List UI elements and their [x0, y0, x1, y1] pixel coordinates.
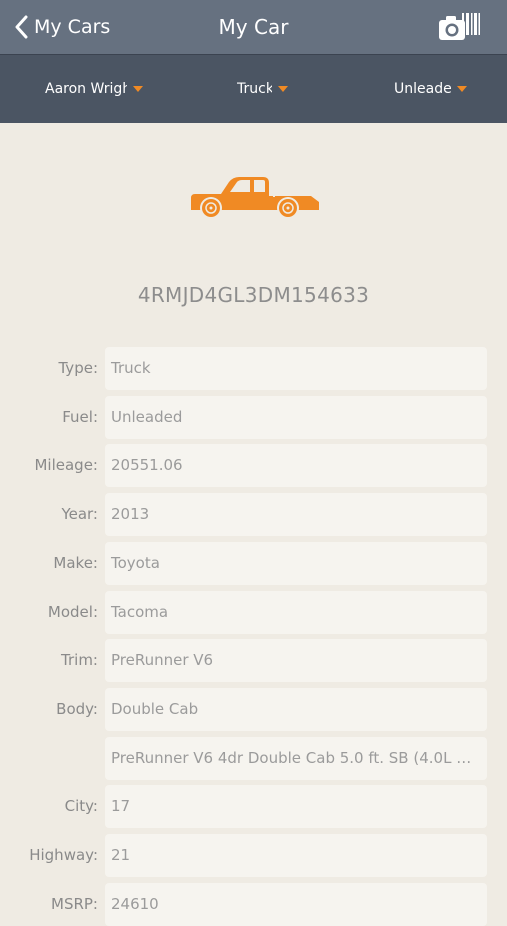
- msrp-row: MSRP: 24610: [0, 883, 507, 926]
- make-row: Make: Toyota: [0, 542, 507, 585]
- fuel-dropdown-value: Unleaded: [394, 81, 451, 97]
- filter-bar: Aaron Wrigh Truck Unleaded: [0, 54, 507, 123]
- caret-down-icon: [457, 86, 467, 92]
- caret-down-icon: [278, 86, 288, 92]
- fuel-field[interactable]: Unleaded: [105, 396, 487, 439]
- fuel-dropdown[interactable]: Unleaded: [394, 78, 467, 100]
- type-field[interactable]: Truck: [105, 347, 487, 390]
- page-title: My Car: [218, 15, 289, 39]
- trim-field[interactable]: PreRunner V6: [105, 639, 487, 682]
- trim-row: Trim: PreRunner V6: [0, 639, 507, 682]
- pickup-truck-icon: [189, 172, 321, 222]
- city-label: City:: [64, 797, 98, 815]
- type-label: Type:: [58, 359, 98, 377]
- body-row: Body: Double Cab: [0, 688, 507, 731]
- model-field[interactable]: Tacoma: [105, 591, 487, 634]
- camera-scan-button[interactable]: [437, 11, 481, 43]
- description-field[interactable]: PreRunner V6 4dr Double Cab 5.0 ft. SB (…: [105, 737, 487, 780]
- make-field[interactable]: Toyota: [105, 542, 487, 585]
- type-dropdown-value: Truck: [237, 81, 272, 97]
- make-label: Make:: [53, 554, 98, 572]
- type-row: Type: Truck: [0, 347, 507, 390]
- vin-number: 4RMJD4GL3DM154633: [137, 283, 370, 307]
- highway-field[interactable]: 21: [105, 834, 487, 877]
- fuel-row: Fuel: Unleaded: [0, 396, 507, 439]
- year-field[interactable]: 2013: [105, 493, 487, 536]
- fuel-label: Fuel:: [62, 408, 98, 426]
- mileage-field[interactable]: 20551.06: [105, 444, 487, 487]
- msrp-label: MSRP:: [51, 895, 98, 913]
- owner-dropdown[interactable]: Aaron Wrigh: [45, 78, 143, 100]
- model-row: Model: Tacoma: [0, 591, 507, 634]
- model-label: Model:: [47, 603, 98, 621]
- city-field[interactable]: 17: [105, 785, 487, 828]
- navigation-bar: My Cars My Car: [0, 0, 507, 54]
- mileage-row: Mileage: 20551.06: [0, 444, 507, 487]
- year-label: Year:: [61, 505, 98, 523]
- body-label: Body:: [56, 700, 98, 718]
- type-dropdown[interactable]: Truck: [237, 78, 288, 100]
- highway-row: Highway: 21: [0, 834, 507, 877]
- camera-barcode-icon: [439, 13, 480, 40]
- city-row: City: 17: [0, 785, 507, 828]
- body-field[interactable]: Double Cab: [105, 688, 487, 731]
- caret-down-icon: [133, 86, 143, 92]
- year-row: Year: 2013: [0, 493, 507, 536]
- highway-label: Highway:: [29, 846, 98, 864]
- mileage-label: Mileage:: [34, 456, 98, 474]
- description-row: PreRunner V6 4dr Double Cab 5.0 ft. SB (…: [0, 737, 507, 780]
- trim-label: Trim:: [61, 651, 98, 669]
- owner-dropdown-value: Aaron Wrigh: [45, 81, 127, 97]
- msrp-field[interactable]: 24610: [105, 883, 487, 926]
